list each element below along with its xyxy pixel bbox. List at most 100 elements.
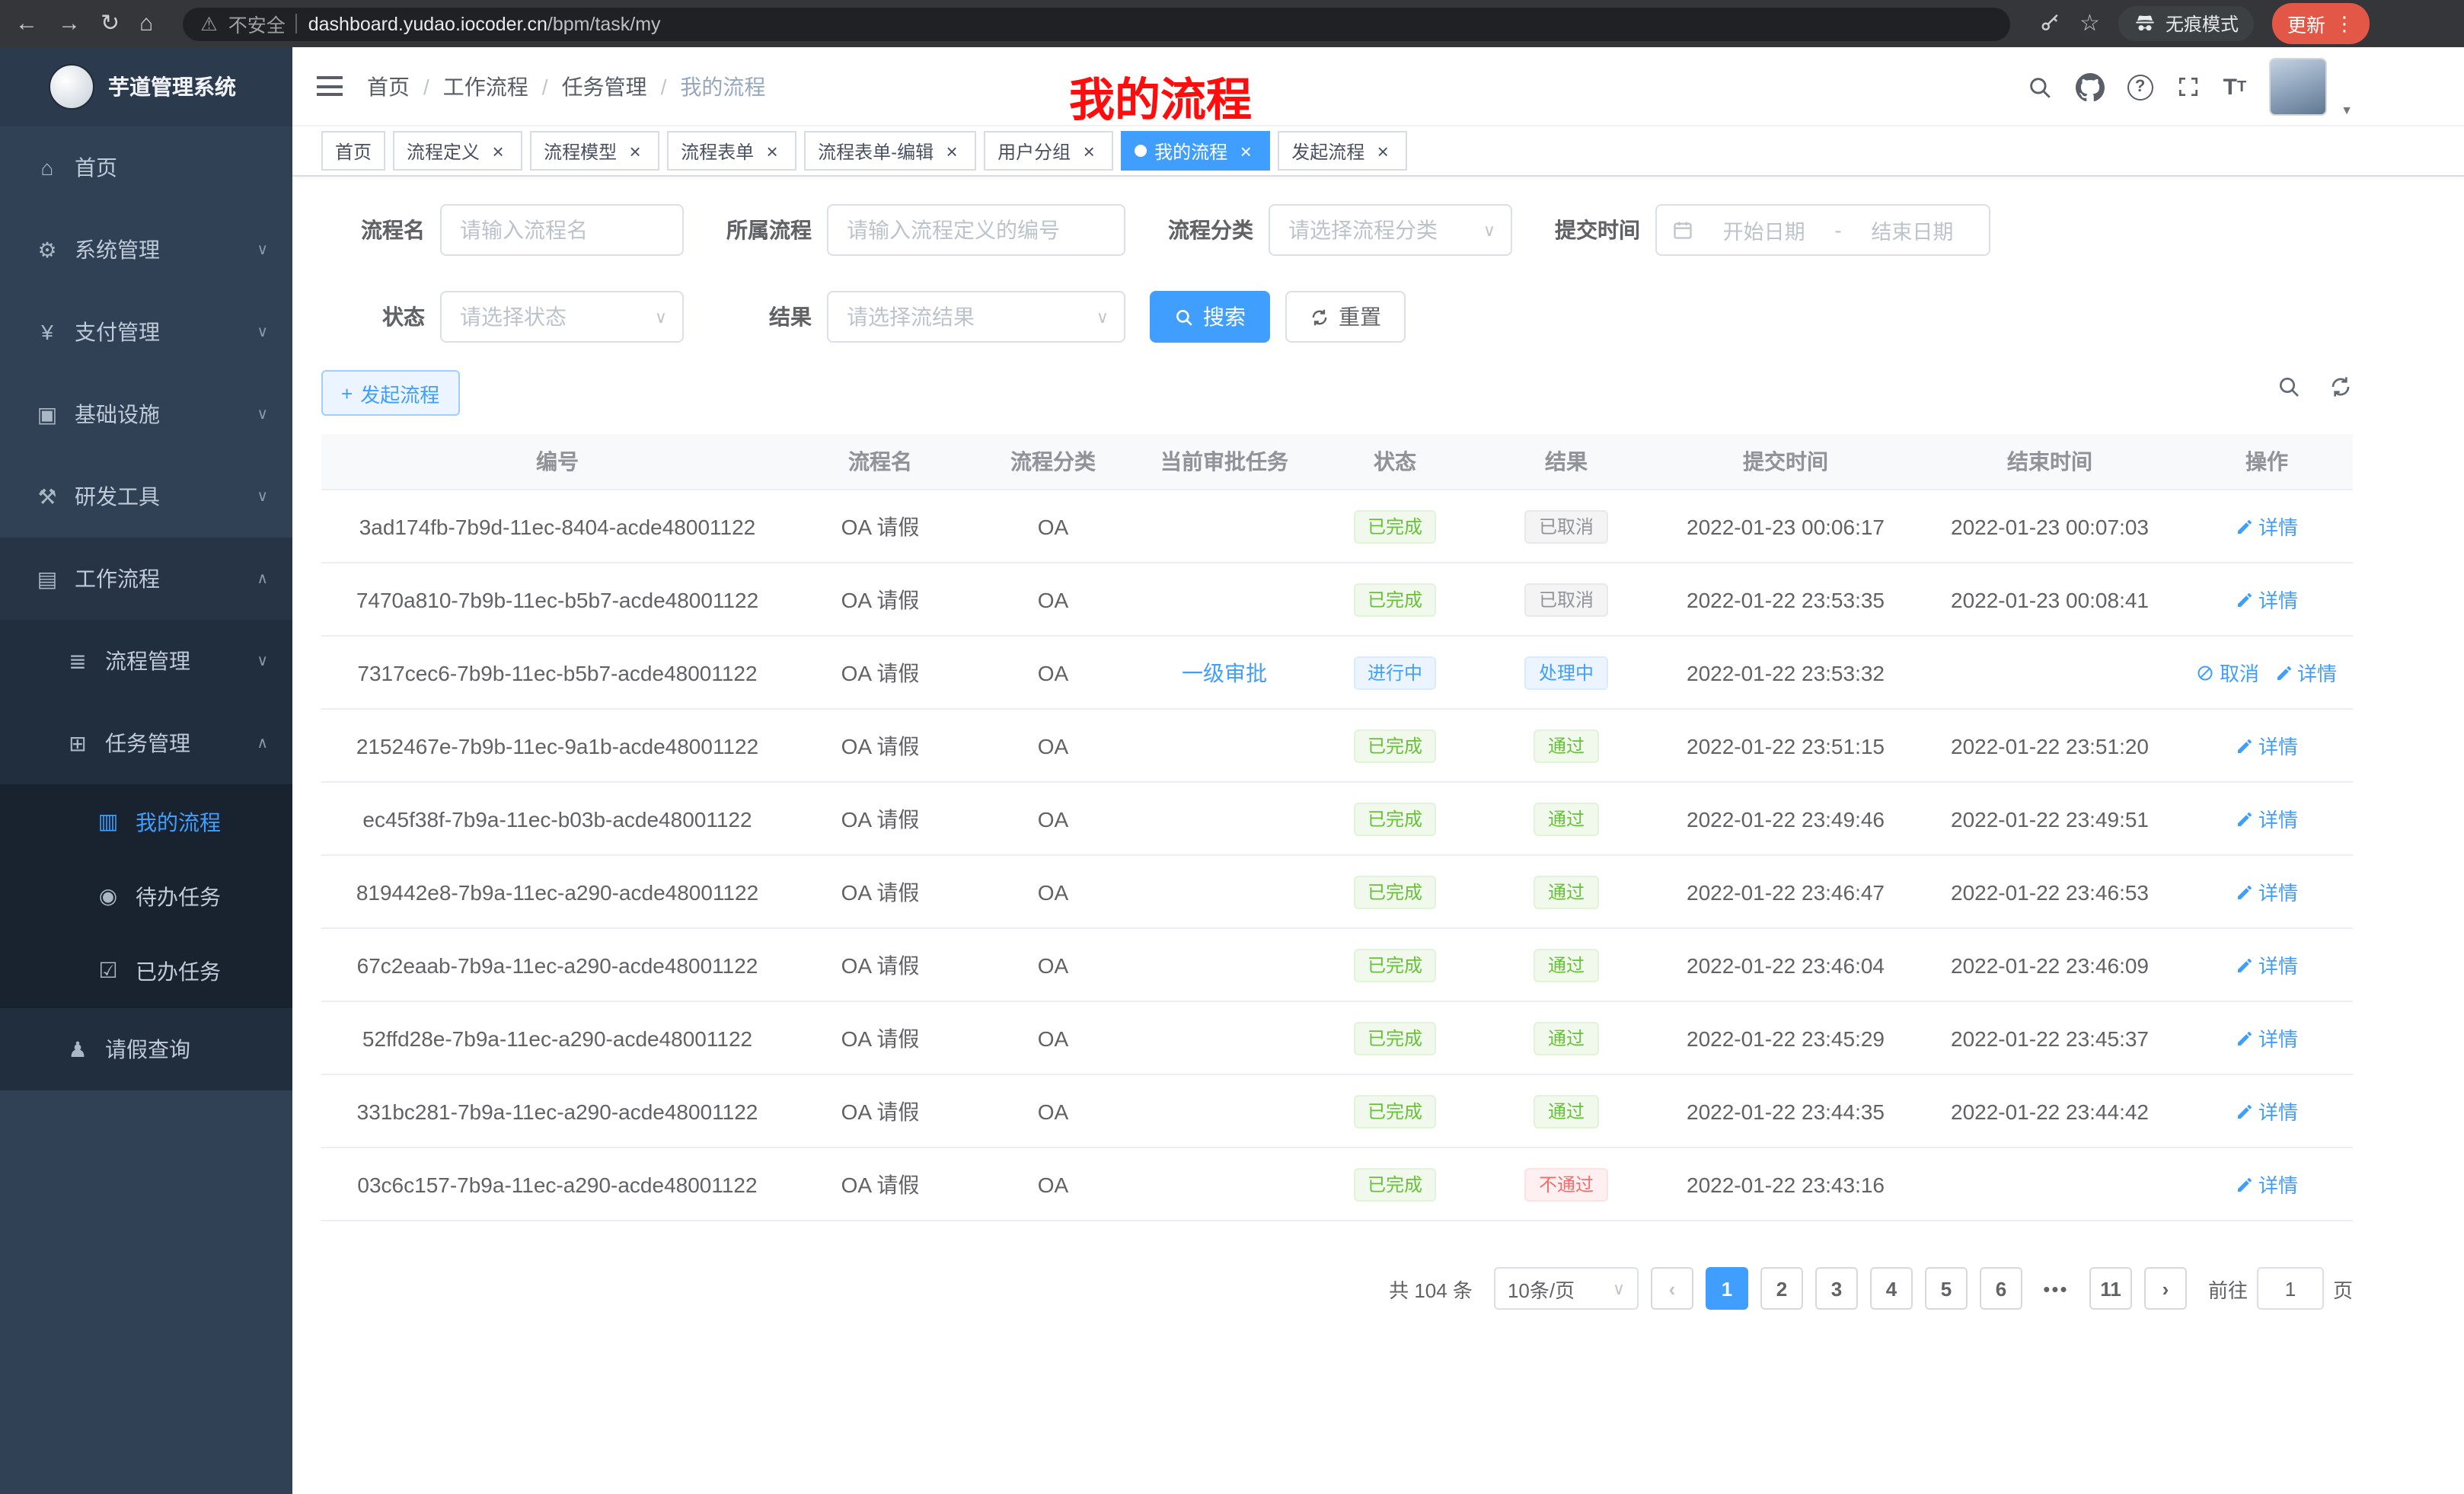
cell-result: 已取消 [1480, 490, 1652, 562]
status-badge: 已完成 [1354, 583, 1436, 616]
breadcrumb-item[interactable]: 工作流程 [443, 71, 528, 101]
menu-dots-icon[interactable]: ⋮ [2335, 11, 2354, 36]
process-def-input[interactable] [827, 204, 1125, 256]
edit-icon [2236, 809, 2254, 828]
address-bar[interactable]: ⚠ 不安全 dashboard.yudao.iocoder.cn/bpm/tas… [182, 7, 2009, 40]
sidebar-item-workflow[interactable]: ▤工作流程∧ [0, 538, 292, 620]
page-6-button[interactable]: 6 [1980, 1267, 2022, 1310]
more-pages-button[interactable]: ••• [2035, 1267, 2077, 1310]
sidebar-item-dev-tools[interactable]: ⚒研发工具∨ [0, 455, 292, 538]
chevron-down-icon[interactable]: ▼ [2341, 104, 2353, 117]
close-icon[interactable]: × [941, 139, 962, 162]
sidebar-item-infrastructure[interactable]: ▣基础设施∨ [0, 373, 292, 455]
tab-process-form[interactable]: 流程表单× [667, 131, 796, 171]
detail-action[interactable]: 详情 [2236, 1097, 2298, 1125]
active-dot-icon [1135, 145, 1147, 157]
cell-status: 已完成 [1310, 783, 1480, 854]
result-badge: 通过 [1534, 802, 1598, 835]
breadcrumb-item[interactable]: 任务管理 [562, 71, 647, 101]
page-4-button[interactable]: 4 [1870, 1267, 1913, 1310]
bookmark-star-icon[interactable]: ☆ [2079, 12, 2100, 35]
sidebar-item-leave-query[interactable]: ♟请假查询 [0, 1008, 292, 1090]
column-header: 流程名 [793, 434, 967, 489]
table-row: 67c2eaab-7b9a-11ec-a290-acde48001122OA 请… [321, 929, 2353, 1002]
detail-action[interactable]: 详情 [2236, 1170, 2298, 1199]
process-name-input[interactable] [440, 204, 684, 256]
close-icon[interactable]: × [624, 139, 646, 162]
detail-action[interactable]: 详情 [2236, 512, 2298, 541]
cell-category: OA [967, 856, 1139, 927]
prev-page-button[interactable]: ‹ [1651, 1267, 1693, 1310]
table-body: 3ad174fb-7b9d-11ec-8404-acde48001122OA 请… [321, 490, 2353, 1221]
current-task-link[interactable]: 一级审批 [1182, 657, 1267, 688]
close-icon[interactable]: × [1235, 139, 1256, 162]
help-icon[interactable]: ? [2127, 74, 2153, 100]
sidebar-item-done-task[interactable]: ☑已办任务 [0, 934, 292, 1008]
cell-current-task [1139, 563, 1310, 635]
warning-icon: ⚠ [200, 12, 217, 35]
cell-current-task [1139, 710, 1310, 781]
page-11-button[interactable]: 11 [2089, 1267, 2132, 1310]
close-icon[interactable]: × [761, 139, 783, 162]
tab-process-model[interactable]: 流程模型× [530, 131, 659, 171]
page-5-button[interactable]: 5 [1925, 1267, 1968, 1310]
page-size-select[interactable]: 10条/页∨ [1494, 1267, 1639, 1310]
detail-action[interactable]: 详情 [2236, 1023, 2298, 1052]
close-icon[interactable]: × [1372, 139, 1393, 162]
detail-action[interactable]: 详情 [2236, 950, 2298, 979]
user-avatar[interactable] [2269, 58, 2327, 116]
page-1-button[interactable]: 1 [1706, 1267, 1748, 1310]
page-3-button[interactable]: 3 [1815, 1267, 1858, 1310]
hamburger-icon[interactable] [317, 76, 343, 96]
sidebar-item-todo-task[interactable]: ◉待办任务 [0, 859, 292, 934]
tab-process-definition[interactable]: 流程定义× [393, 131, 522, 171]
home-icon[interactable]: ⌂ [139, 12, 153, 35]
tab-my-process[interactable]: 我的流程× [1121, 131, 1270, 171]
fullscreen-icon[interactable] [2176, 75, 2201, 99]
tab-user-group[interactable]: 用户分组× [984, 131, 1113, 171]
font-size-icon[interactable]: TT [2223, 74, 2247, 100]
cancel-action[interactable]: 取消 [2197, 658, 2259, 687]
reset-button[interactable]: 重置 [1285, 291, 1406, 343]
github-icon[interactable] [2076, 72, 2105, 101]
chrome-right-controls: ☆ 无痕模式 更新 ⋮ [2038, 3, 2370, 44]
toggle-search-icon[interactable] [2277, 375, 2301, 399]
page-2-button[interactable]: 2 [1760, 1267, 1803, 1310]
detail-action[interactable]: 详情 [2236, 877, 2298, 906]
end-date-placeholder: 结束日期 [1851, 215, 1974, 245]
result-select[interactable]: 请选择流结果 ∨ [827, 291, 1125, 343]
detail-action[interactable]: 详情 [2236, 585, 2298, 614]
category-select[interactable]: 请选择流程分类 ∨ [1269, 204, 1512, 256]
sidebar-item-system-management[interactable]: ⚙系统管理∨ [0, 209, 292, 291]
sidebar-item-my-process[interactable]: ▥我的流程 [0, 784, 292, 859]
breadcrumb-item[interactable]: 首页 [367, 71, 410, 101]
goto-page-input[interactable] [2257, 1267, 2324, 1310]
detail-action[interactable]: 详情 [2236, 731, 2298, 760]
password-key-icon[interactable] [2038, 12, 2061, 35]
sidebar-item-process-management[interactable]: ≣流程管理∨ [0, 620, 292, 702]
sidebar-item-payment-management[interactable]: ¥支付管理∨ [0, 291, 292, 373]
close-icon[interactable]: × [487, 139, 509, 162]
tab-start-process[interactable]: 发起流程× [1278, 131, 1407, 171]
detail-action[interactable]: 详情 [2236, 804, 2298, 833]
search-icon[interactable] [2027, 74, 2053, 100]
forward-icon[interactable]: → [58, 12, 81, 35]
start-process-button[interactable]: + 发起流程 [321, 370, 459, 416]
result-label: 结果 [696, 302, 812, 332]
search-button[interactable]: 搜索 [1150, 291, 1270, 343]
tab-process-form-edit[interactable]: 流程表单-编辑× [804, 131, 976, 171]
submit-time-range-picker[interactable]: 开始日期 - 结束日期 [1655, 204, 1990, 256]
back-icon[interactable]: ← [15, 12, 38, 35]
next-page-button[interactable]: › [2144, 1267, 2187, 1310]
tab-home[interactable]: 首页 [321, 131, 385, 171]
cell-actions: 详情 [2181, 1075, 2353, 1147]
status-badge: 进行中 [1354, 656, 1436, 689]
close-icon[interactable]: × [1078, 139, 1100, 162]
sidebar-item-home[interactable]: ⌂首页 [0, 126, 292, 209]
browser-update-button[interactable]: 更新 ⋮ [2272, 3, 2370, 44]
reload-icon[interactable]: ↻ [101, 12, 120, 35]
detail-action[interactable]: 详情 [2274, 658, 2337, 687]
refresh-icon[interactable] [2328, 375, 2353, 399]
status-select[interactable]: 请选择状态 ∨ [440, 291, 684, 343]
sidebar-item-task-management[interactable]: ⊞任务管理∧ [0, 702, 292, 784]
